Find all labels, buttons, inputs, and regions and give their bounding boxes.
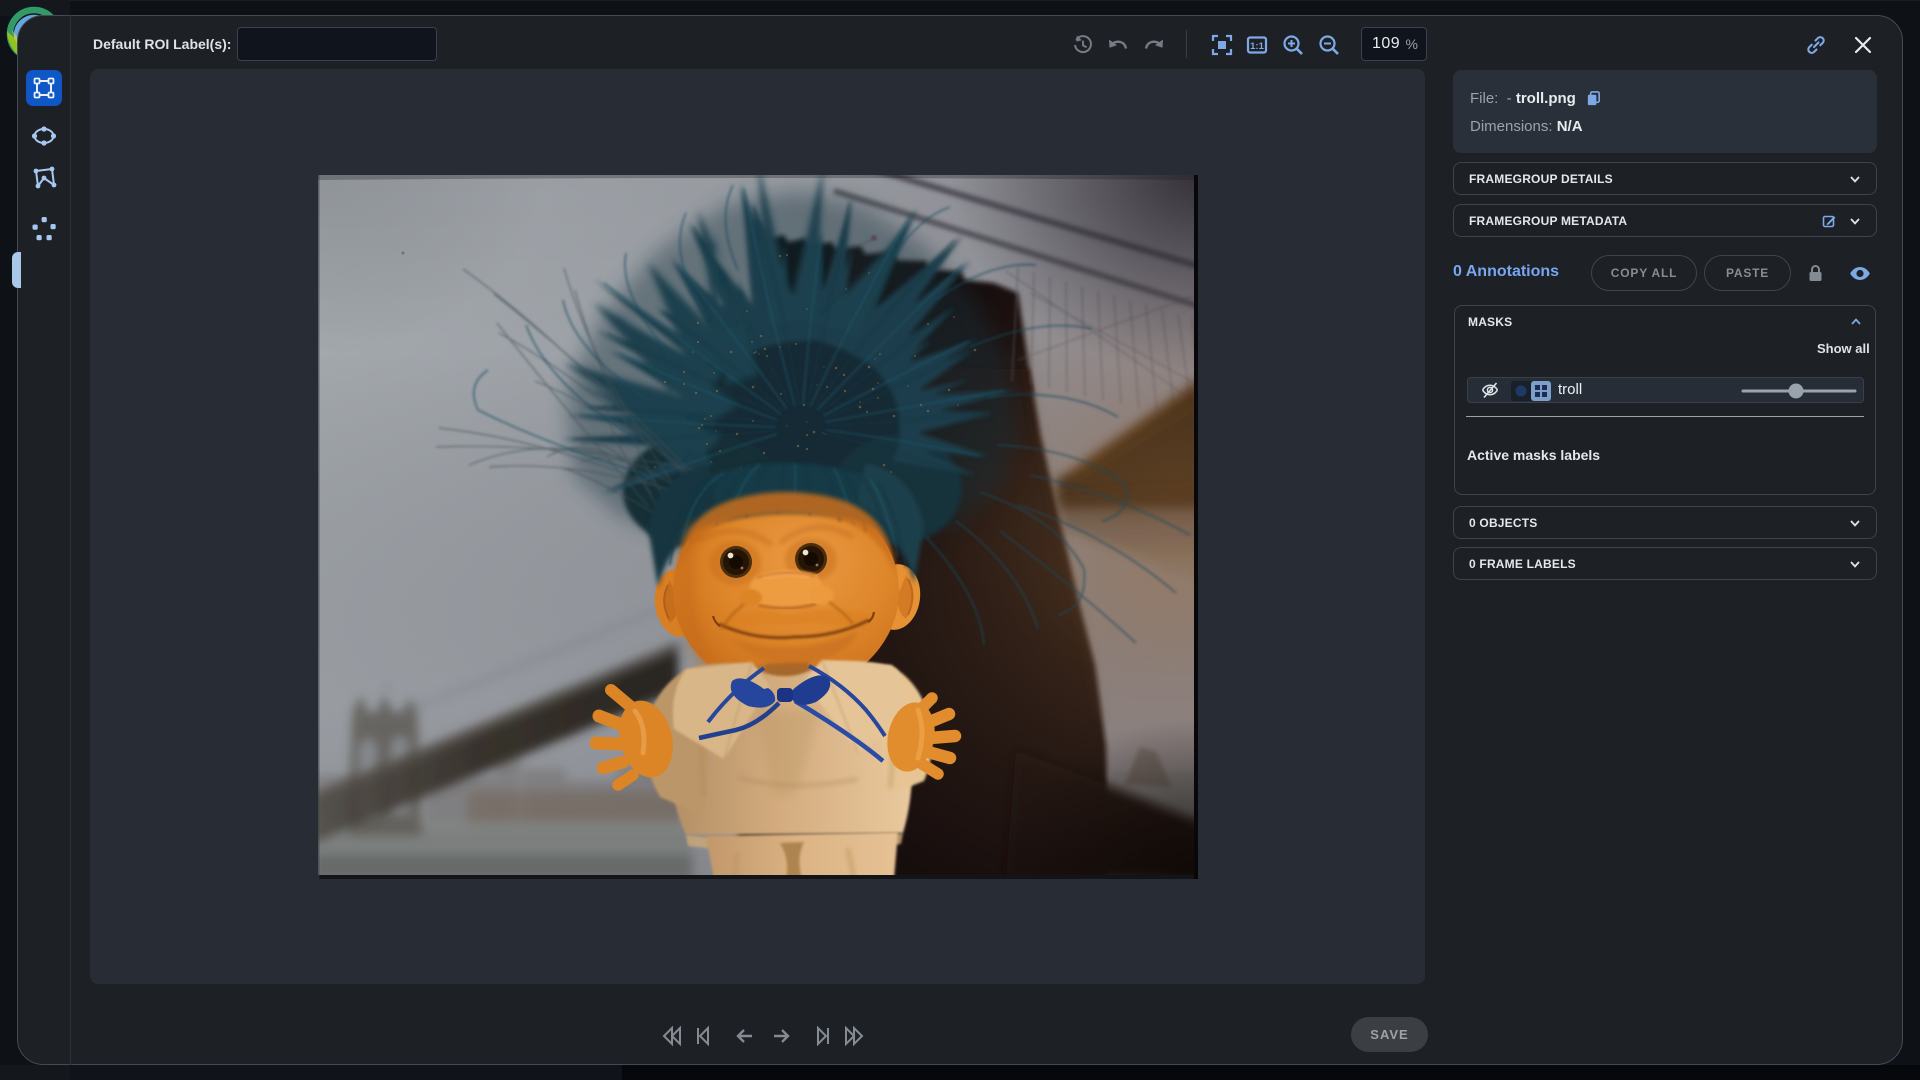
svg-text:1:1: 1:1 — [1250, 41, 1264, 52]
